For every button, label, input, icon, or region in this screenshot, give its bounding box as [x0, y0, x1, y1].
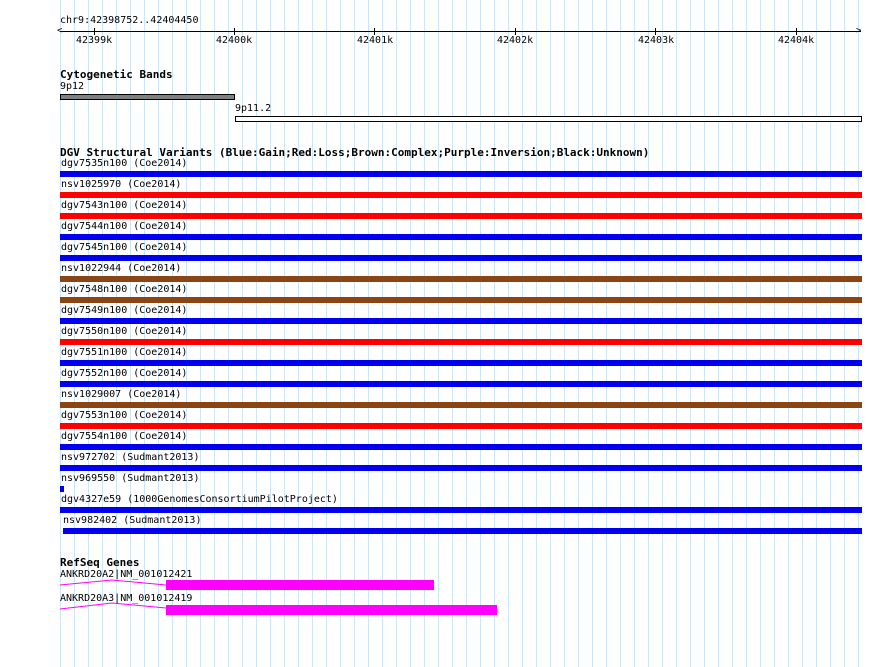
variant-label: dgv4327e59 (1000GenomesConsortiumPilotPr… — [61, 494, 338, 505]
ruler-tick — [655, 28, 656, 35]
variant-label: dgv7543n100 (Coe2014) — [61, 200, 188, 211]
ruler-tick — [234, 28, 235, 35]
ruler-tick-label: 42400k — [216, 35, 253, 46]
variant-bar[interactable] — [60, 444, 862, 450]
ruler-position-label: chr9:42398752..42404450 — [60, 15, 199, 26]
variant-bar[interactable] — [60, 486, 64, 492]
cytoband-9p12-bar[interactable] — [60, 94, 235, 100]
variant-label: nsv1022944 (Coe2014) — [61, 263, 182, 274]
variant-label: dgv7549n100 (Coe2014) — [61, 305, 188, 316]
variant-label: dgv7544n100 (Coe2014) — [61, 221, 188, 232]
gene-label: ANKRD20A3|NM_001012419 — [60, 593, 193, 604]
variant-bar[interactable] — [60, 402, 862, 408]
variant-label: dgv7551n100 (Coe2014) — [61, 347, 188, 358]
variant-label: dgv7554n100 (Coe2014) — [61, 431, 188, 442]
variant-label: dgv7550n100 (Coe2014) — [61, 326, 188, 337]
variant-bar[interactable] — [60, 234, 862, 240]
variant-bar[interactable] — [60, 213, 862, 219]
gene-exon-bar[interactable] — [166, 605, 497, 615]
ruler-tick — [515, 28, 516, 35]
variant-bar[interactable] — [60, 381, 862, 387]
gene-exon-bar[interactable] — [166, 580, 434, 590]
ruler-tick-label: 42401k — [357, 35, 394, 46]
variant-label: dgv7553n100 (Coe2014) — [61, 410, 188, 421]
ruler-tick-label: 42402k — [497, 35, 534, 46]
variant-label: nsv969550 (Sudmant2013) — [61, 473, 200, 484]
ruler-axis — [60, 31, 861, 32]
ruler-tick — [374, 28, 375, 35]
variant-bar[interactable] — [63, 528, 862, 534]
cytobands-track-title[interactable]: Cytogenetic Bands — [60, 68, 173, 81]
variant-bar[interactable] — [60, 507, 862, 513]
ruler-tick-label: 42403k — [638, 35, 675, 46]
ruler-tick-label: 42399k — [76, 35, 113, 46]
variant-label: nsv972702 (Sudmant2013) — [61, 452, 200, 463]
ruler-tick — [94, 28, 95, 35]
variant-bar[interactable] — [60, 171, 862, 177]
ruler-tick — [796, 28, 797, 35]
variant-label: dgv7552n100 (Coe2014) — [61, 368, 188, 379]
variant-label: nsv982402 (Sudmant2013) — [63, 515, 202, 526]
refseq-track-title[interactable]: RefSeq Genes — [60, 556, 139, 569]
variant-bar[interactable] — [60, 255, 862, 261]
variant-label: dgv7545n100 (Coe2014) — [61, 242, 188, 253]
variant-bar[interactable] — [60, 360, 862, 366]
variant-label: nsv1025970 (Coe2014) — [61, 179, 182, 190]
variant-bar[interactable] — [60, 318, 862, 324]
variant-bar[interactable] — [60, 276, 862, 282]
variant-bar[interactable] — [60, 297, 862, 303]
variant-label: dgv7535n100 (Coe2014) — [61, 158, 188, 169]
variant-label: dgv7548n100 (Coe2014) — [61, 284, 188, 295]
variant-bar[interactable] — [60, 192, 862, 198]
ruler-tick-label: 42404k — [778, 35, 815, 46]
cytoband-label: 9p12 — [60, 81, 85, 92]
variant-bar[interactable] — [60, 423, 862, 429]
gene-label: ANKRD20A2|NM_001012421 — [60, 569, 193, 580]
cytoband-9p11-2-bar[interactable] — [235, 116, 862, 122]
variant-bar[interactable] — [60, 465, 862, 471]
cytoband-label: 9p11.2 — [235, 103, 272, 114]
variant-label: nsv1029007 (Coe2014) — [61, 389, 182, 400]
variant-bar[interactable] — [60, 339, 862, 345]
